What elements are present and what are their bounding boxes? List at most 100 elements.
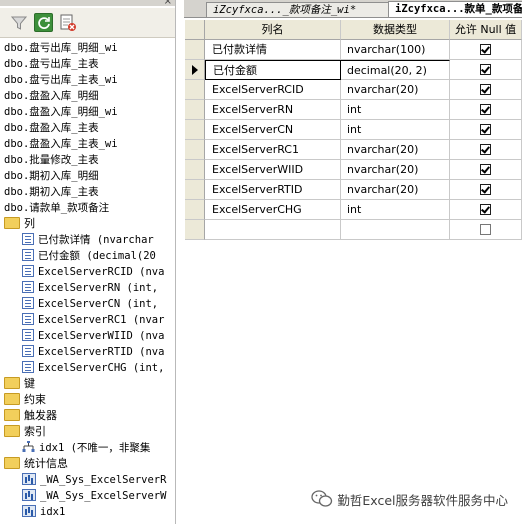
column-name-cell[interactable]: ExcelServerCN [205,120,341,140]
row-selector[interactable] [185,140,205,160]
tree-item[interactable]: dbo.盘亏出库_主表_wi [0,72,118,88]
column-icon [22,233,34,245]
allow-null-checkbox[interactable] [480,43,491,55]
refresh-icon[interactable] [34,13,53,32]
row-selector[interactable] [185,120,205,140]
data-type-cell[interactable]: int [341,120,450,140]
data-type-cell[interactable]: int [341,200,450,220]
tree-item[interactable]: dbo.批量修改_主表 [0,152,99,168]
data-type-cell[interactable]: nvarchar(20) [341,80,450,100]
tree-item-label: dbo.盘盈入库_明细_wi [4,106,118,118]
filter-icon[interactable] [9,13,28,32]
tree-item[interactable]: dbo.盘亏出库_明细_wi [0,40,118,56]
folder-icon [4,457,20,469]
tree-item-label: idx1 [40,506,66,518]
table-row[interactable]: ExcelServerCHG int [185,200,522,220]
row-selector[interactable] [185,80,205,100]
table-row[interactable] [185,220,522,240]
allow-null-checkbox[interactable] [480,223,491,235]
data-type-cell[interactable] [341,220,450,240]
allow-null-checkbox[interactable] [480,203,491,215]
column-name-cell[interactable]: ExcelServerRCID [205,80,341,100]
allow-null-checkbox[interactable] [480,103,491,115]
column-name-cell[interactable] [205,220,341,240]
tree-item[interactable]: _WA_Sys_ExcelServerW [0,488,166,504]
data-type-header[interactable]: 数据类型 [341,20,450,40]
table-row[interactable]: ExcelServerRCID nvarchar(20) [185,80,522,100]
data-type-cell[interactable]: decimal(20, 2) [341,60,450,80]
tree-item[interactable]: dbo.期初入库_主表 [0,184,99,200]
table-row[interactable]: 已付款详情 nvarchar(100) [185,40,522,60]
data-type-cell[interactable]: nvarchar(20) [341,160,450,180]
tree-item[interactable]: ExcelServerRC1 (nvar [0,312,164,328]
column-name-cell[interactable]: 已付款详情 [205,40,341,60]
tree-item[interactable]: dbo.期初入库_明细 [0,168,99,184]
tree-item[interactable]: ExcelServerCHG (int, [0,360,164,376]
allow-null-checkbox[interactable] [480,83,491,95]
tree-folder[interactable]: 约束 [0,392,46,408]
tree-item[interactable]: dbo.盘盈入库_明细_wi [0,104,118,120]
column-name-cell[interactable]: ExcelServerWIID [205,160,341,180]
tree-folder[interactable]: 键 [0,376,35,392]
row-selector[interactable] [185,180,205,200]
tree-item[interactable]: 已付款详情 (nvarchar [0,232,154,248]
allow-null-checkbox[interactable] [480,63,491,75]
tree-item[interactable]: dbo.请款单_款项备注 [0,200,109,216]
allow-null-checkbox[interactable] [480,143,491,155]
allow-null-checkbox[interactable] [480,123,491,135]
column-name-cell[interactable]: 已付金额 [205,60,341,80]
tree-item[interactable]: 已付金额 (decimal(20 [0,248,156,264]
tree-folder[interactable]: 索引 [0,424,46,440]
row-selector[interactable] [185,60,205,80]
column-icon [22,329,34,341]
tree-item[interactable]: idx1 [0,504,65,520]
tree-item[interactable]: dbo.盘亏出库_主表 [0,56,99,72]
row-selector[interactable] [185,160,205,180]
tree-item[interactable]: _WA_Sys_ExcelServerR [0,472,166,488]
tree-item[interactable]: ExcelServerRCID (nva [0,264,164,280]
column-name-cell[interactable]: ExcelServerRC1 [205,140,341,160]
tree-item[interactable]: idx1 (不唯一，非聚集 [0,440,150,456]
row-selector[interactable] [185,220,205,240]
tree-item-label: _WA_Sys_ExcelServerR [40,474,167,486]
column-name-cell[interactable]: ExcelServerCHG [205,200,341,220]
table-row[interactable]: ExcelServerCN int [185,120,522,140]
table-row[interactable]: ExcelServerRC1 nvarchar(20) [185,140,522,160]
tree-item[interactable]: ExcelServerCN (int, [0,296,158,312]
tree-item-label: ExcelServerRN (int, [38,282,159,294]
data-type-cell[interactable]: nvarchar(20) [341,140,450,160]
table-row[interactable]: ExcelServerRN int [185,100,522,120]
tree-item[interactable]: ExcelServerRN (int, [0,280,158,296]
report-icon[interactable] [58,13,77,32]
tree-folder[interactable]: 统计信息 [0,456,68,472]
explorer-close-icon[interactable]: × [164,0,172,7]
tree-folder[interactable]: 列 [0,216,35,232]
table-row[interactable]: 已付金额 decimal(20, 2) [185,60,522,80]
tree-item-label: 索引 [24,425,46,438]
tab-table-design-wi[interactable]: iZcyfxca..._款项备注_wi* [206,2,392,17]
column-name-header[interactable]: 列名 [205,20,341,40]
data-type-cell[interactable]: int [341,100,450,120]
tree-item[interactable]: dbo.盘盈入库_主表 [0,120,99,136]
row-selector[interactable] [185,100,205,120]
table-row[interactable]: ExcelServerWIID nvarchar(20) [185,160,522,180]
data-type-cell[interactable]: nvarchar(20) [341,180,450,200]
tree-item[interactable]: dbo.盘盈入库_明细 [0,88,99,104]
tree-item[interactable]: ExcelServerWIID (nva [0,328,164,344]
current-row-arrow-icon [192,65,198,75]
allow-null-header[interactable]: 允许 Null 值 [450,20,522,40]
allow-null-checkbox[interactable] [480,163,491,175]
tree-folder[interactable]: 触发器 [0,408,57,424]
tree-item[interactable]: dbo.盘盈入库_主表_wi [0,136,118,152]
allow-null-cell [450,100,522,120]
allow-null-checkbox[interactable] [480,183,491,195]
table-row[interactable]: ExcelServerRTID nvarchar(20) [185,180,522,200]
column-name-cell[interactable]: ExcelServerRN [205,100,341,120]
row-selector[interactable] [185,200,205,220]
index-icon [22,441,35,453]
data-type-cell[interactable]: nvarchar(100) [341,40,450,60]
column-name-cell[interactable]: ExcelServerRTID [205,180,341,200]
tab-table-design-active[interactable]: iZcyfxca...款单_款项备 [388,1,522,17]
row-selector[interactable] [185,40,205,60]
tree-item[interactable]: ExcelServerRTID (nva [0,344,164,360]
